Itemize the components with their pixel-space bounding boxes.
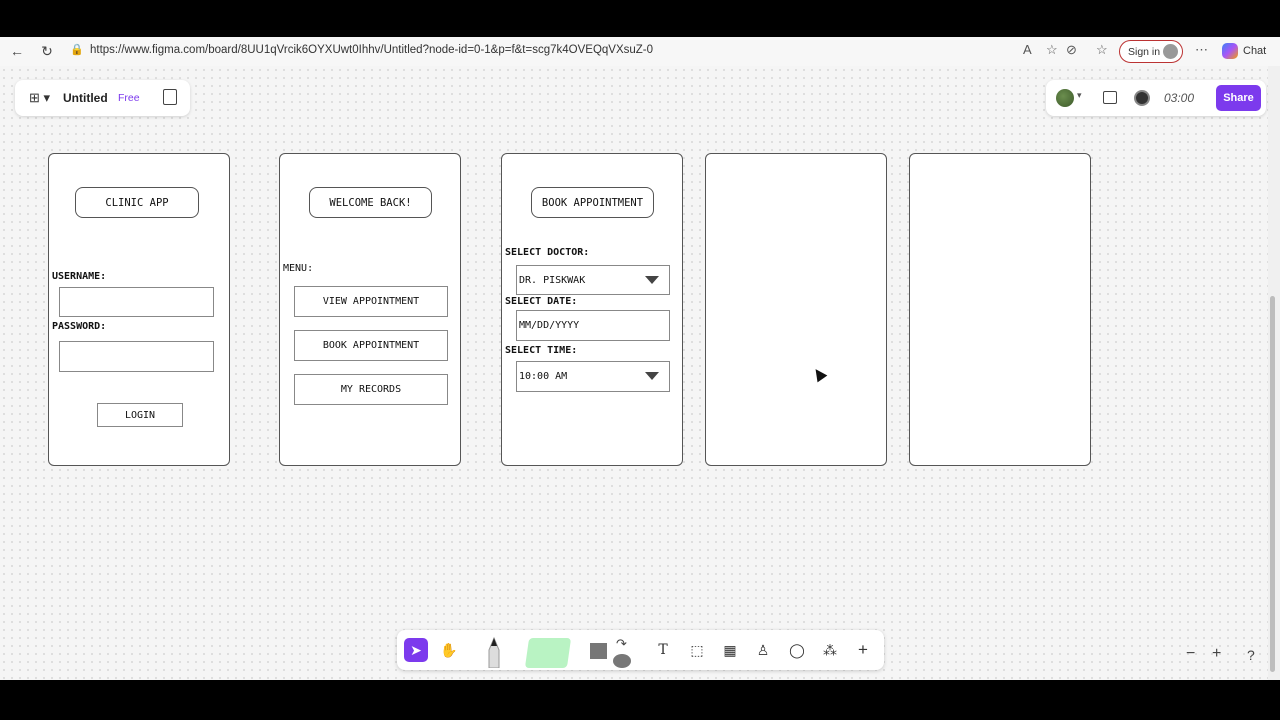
timer-icon[interactable] xyxy=(1134,90,1150,106)
collab-bar: ▾ 03:00 Share xyxy=(1046,80,1266,116)
connector-icon[interactable]: ↷ xyxy=(616,636,627,652)
figma-menu-icon[interactable]: ⊞ ▾ xyxy=(29,90,50,106)
screen-top-bar xyxy=(0,0,1280,37)
file-name[interactable]: Untitled xyxy=(63,91,108,105)
time-value: 10:00 AM xyxy=(519,371,568,382)
time-label: SELECT TIME: xyxy=(505,345,578,356)
chat-label: Chat xyxy=(1243,45,1267,57)
sign-in-button[interactable]: Sign in xyxy=(1119,40,1183,63)
zoom-out-button[interactable]: − xyxy=(1186,645,1195,663)
login-button[interactable]: LOGIN xyxy=(97,403,183,427)
booking-title[interactable]: BOOK APPOINTMENT xyxy=(531,187,654,218)
favorites-list-icon[interactable]: ☆ xyxy=(1096,42,1108,58)
welcome-title[interactable]: WELCOME BACK! xyxy=(309,187,432,218)
menu-label: MENU: xyxy=(283,263,314,274)
doctor-label: SELECT DOCTOR: xyxy=(505,247,590,258)
avatar[interactable] xyxy=(1056,89,1074,107)
tracking-icon[interactable]: ⊘ xyxy=(1066,42,1077,58)
select-tool-icon[interactable]: ➤ xyxy=(404,638,428,662)
frame-menu[interactable]: WELCOME BACK! MENU: VIEW APPOINTMENT BOO… xyxy=(279,153,461,466)
sign-in-label: Sign in xyxy=(1128,45,1161,58)
comment-tool-icon[interactable]: ◯ xyxy=(785,638,809,662)
table-tool-icon[interactable]: ▦ xyxy=(718,638,742,662)
password-label: PASSWORD: xyxy=(52,321,107,332)
dropdown-arrow-icon xyxy=(645,372,659,380)
doctor-select[interactable]: DR. PISKWAK xyxy=(516,265,670,295)
frame-login[interactable]: CLINIC APP USERNAME: PASSWORD: LOGIN xyxy=(48,153,230,466)
frame-empty-2[interactable] xyxy=(909,153,1091,466)
layout-icon[interactable] xyxy=(1103,91,1117,104)
url-field[interactable]: https://www.figma.com/board/8UU1qVrcik6O… xyxy=(90,44,653,56)
sticky-note-icon[interactable] xyxy=(524,638,572,668)
back-icon[interactable]: ← xyxy=(7,41,27,61)
screen-bottom-bar xyxy=(0,680,1280,720)
view-appointment-button[interactable]: VIEW APPOINTMENT xyxy=(294,286,448,317)
frame-empty-1[interactable] xyxy=(705,153,887,466)
zoom-in-button[interactable]: + xyxy=(1212,645,1221,663)
read-aloud-icon[interactable]: A xyxy=(1023,42,1032,57)
time-select[interactable]: 10:00 AM xyxy=(516,361,670,392)
copilot-icon xyxy=(1222,43,1238,59)
chevron-down-icon[interactable]: ▾ xyxy=(1077,90,1082,101)
book-appointment-button[interactable]: BOOK APPOINTMENT xyxy=(294,330,448,361)
stamp-tool-icon[interactable]: ♙ xyxy=(751,638,775,662)
text-tool-icon[interactable]: T xyxy=(651,638,675,662)
more-icon[interactable]: ⋯ xyxy=(1195,42,1208,58)
section-tool-icon[interactable]: ⬚ xyxy=(685,638,709,662)
timer-display[interactable]: 03:00 xyxy=(1164,91,1194,105)
profile-icon xyxy=(1163,44,1178,59)
username-field[interactable] xyxy=(59,287,214,317)
add-tool-icon[interactable]: + xyxy=(851,638,875,662)
bottom-toolbar: ➤ ✋ ↷ T ⬚ ▦ ♙ ◯ ⁂ + xyxy=(397,630,884,670)
help-button[interactable]: ? xyxy=(1247,647,1255,663)
lock-icon[interactable]: 🔒 xyxy=(70,43,84,56)
chat-button[interactable]: Chat xyxy=(1222,43,1266,59)
shape-square-icon[interactable] xyxy=(590,643,607,659)
refresh-icon[interactable]: ↻ xyxy=(37,41,57,61)
browser-address-bar: ← ↻ 🔒 https://www.figma.com/board/8UU1qV… xyxy=(0,37,1280,66)
shape-circle-icon[interactable] xyxy=(613,654,631,668)
dropdown-arrow-icon xyxy=(645,276,659,284)
file-bar: ⊞ ▾ Untitled Free xyxy=(15,80,190,116)
password-field[interactable] xyxy=(59,341,214,372)
widgets-tool-icon[interactable]: ⁂ xyxy=(818,638,842,662)
frame-booking[interactable]: BOOK APPOINTMENT SELECT DOCTOR: DR. PISK… xyxy=(501,153,683,466)
doctor-value: DR. PISKWAK xyxy=(519,274,586,286)
share-button[interactable]: Share xyxy=(1216,85,1261,111)
hand-tool-icon[interactable]: ✋ xyxy=(437,638,461,662)
scrollbar-thumb[interactable] xyxy=(1270,296,1275,672)
date-field[interactable]: MM/DD/YYYY xyxy=(516,310,670,341)
username-label: USERNAME: xyxy=(52,271,107,282)
favorite-icon[interactable]: ☆ xyxy=(1046,42,1058,58)
plan-badge[interactable]: Free xyxy=(118,92,140,104)
pages-icon[interactable] xyxy=(163,89,177,105)
date-placeholder: MM/DD/YYYY xyxy=(519,320,580,331)
my-records-button[interactable]: MY RECORDS xyxy=(294,374,448,405)
pen-tool-icon[interactable] xyxy=(485,636,503,668)
date-label: SELECT DATE: xyxy=(505,296,578,307)
app-title[interactable]: CLINIC APP xyxy=(75,187,199,218)
